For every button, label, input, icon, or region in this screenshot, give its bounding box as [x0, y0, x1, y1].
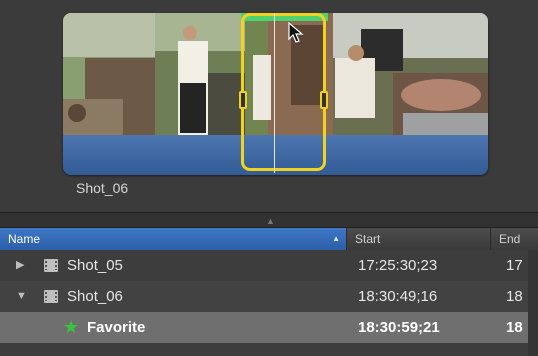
pane-splitter[interactable]: ▲ — [0, 212, 538, 228]
row-name: Shot_06 — [67, 288, 123, 305]
column-start-label: Start — [355, 232, 381, 246]
selection-range[interactable] — [239, 13, 328, 171]
sort-ascending-icon: ▲ — [332, 234, 340, 243]
column-end-label: End — [499, 232, 521, 246]
disclosure-right-icon[interactable]: ▶ — [16, 250, 24, 281]
clip-list: ▶ Shot_05 17:25:30;23 17 ▼ Shot_06 18:30… — [0, 250, 538, 343]
filmstrip-icon — [44, 259, 58, 272]
column-header-start[interactable]: Start — [346, 228, 490, 250]
column-header-end[interactable]: End — [490, 228, 538, 250]
row-name: Favorite — [87, 319, 146, 336]
disclosure-down-icon[interactable]: ▼ — [16, 281, 27, 312]
row-end: 18 — [506, 288, 523, 305]
list-item-favorite[interactable]: ★ Favorite 18:30:59;21 18 — [0, 312, 538, 343]
skimmer-playhead[interactable] — [274, 13, 275, 173]
row-start: 18:30:59;21 — [358, 319, 440, 336]
favorite-star-icon: ★ — [63, 317, 80, 337]
vertical-scrollbar[interactable] — [528, 250, 538, 356]
row-start: 18:30:49;16 — [358, 288, 438, 305]
row-start: 17:25:30;23 — [358, 257, 438, 274]
list-item-shot-06[interactable]: ▼ Shot_06 18:30:49;16 18 — [0, 281, 538, 312]
list-header: Name ▲ Start End — [0, 228, 538, 250]
event-browser: Shot_06 — [0, 0, 538, 212]
clip-name-label: Shot_06 — [76, 180, 129, 196]
row-name: Shot_05 — [67, 257, 123, 274]
pointer-cursor-icon — [288, 22, 304, 43]
row-end: 17 — [506, 257, 523, 274]
range-start-handle[interactable] — [239, 91, 247, 109]
list-item-shot-05[interactable]: ▶ Shot_05 17:25:30;23 17 — [0, 250, 538, 281]
splitter-grip-icon: ▲ — [266, 216, 275, 226]
filmstrip-icon — [44, 290, 58, 303]
column-header-name[interactable]: Name ▲ — [0, 228, 346, 250]
column-name-label: Name — [8, 232, 41, 246]
range-end-handle[interactable] — [320, 91, 328, 109]
row-end: 18 — [506, 319, 523, 336]
